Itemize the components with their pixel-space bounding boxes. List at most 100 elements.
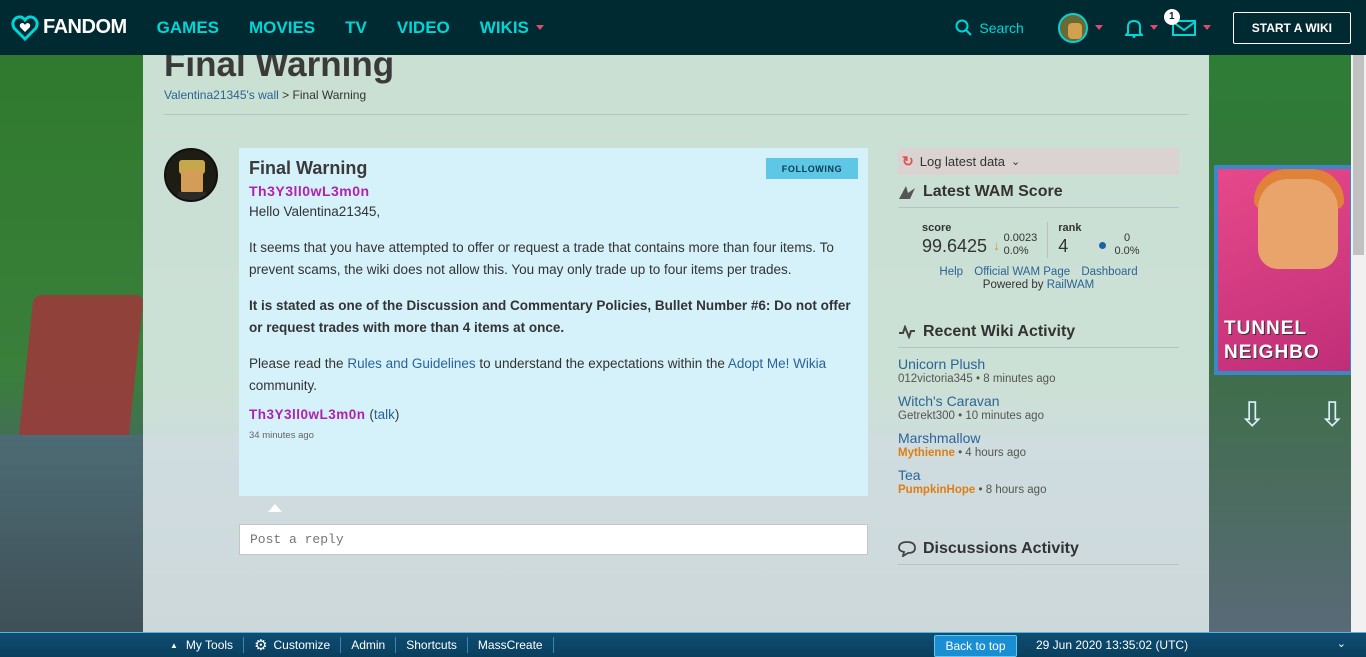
activity-page-link[interactable]: Tea	[898, 467, 1179, 483]
activity-page-link[interactable]: Marshmallow	[898, 430, 1179, 446]
log-data-label: Log latest data	[919, 154, 1006, 169]
activity-list: Unicorn Plush 012victoria345 • 8 minutes…	[898, 356, 1179, 496]
wam-score-block: score 99.6425	[922, 222, 987, 258]
activity-meta: Mythienne • 4 hours ago	[898, 447, 1179, 459]
refresh-icon: ↻	[902, 153, 914, 169]
following-button[interactable]: FOLLOWING	[766, 158, 858, 179]
notifications-button[interactable]	[1124, 18, 1158, 38]
start-wiki-button[interactable]: START A WIKI	[1232, 11, 1351, 44]
messages-button[interactable]: 1	[1163, 8, 1211, 37]
activity-user[interactable]: 012victoria345	[898, 373, 973, 385]
author-avatar[interactable]	[164, 148, 218, 202]
nav-games[interactable]: GAMES	[157, 18, 219, 38]
main-nav-links: GAMES MOVIES TV VIDEO WIKIS	[157, 18, 574, 38]
customize-button[interactable]: ⚙ Customize	[244, 637, 342, 654]
my-tools-menu[interactable]: ▲ My Tools	[160, 637, 245, 653]
breadcrumb: Valentina21345's wall > Final Warning	[164, 88, 366, 102]
right-rail: ↻ Log latest data ⌄ Latest WAM Score sco…	[898, 148, 1179, 565]
admin-link[interactable]: Admin	[341, 637, 397, 653]
official-wam-link[interactable]: Official WAM Page	[974, 266, 1070, 278]
avatar-shirt	[178, 192, 206, 200]
my-tools-label: My Tools	[185, 638, 234, 652]
reply-pointer	[268, 504, 282, 512]
nav-tv[interactable]: TV	[345, 18, 367, 38]
activity-page-link[interactable]: Witch's Caravan	[898, 393, 1179, 409]
shortcuts-link[interactable]: Shortcuts	[396, 637, 468, 653]
rules-link[interactable]: Rules and Guidelines	[347, 356, 475, 371]
discussions-heading: Discussions Activity	[898, 540, 1179, 565]
arrow-down-icon: ⇩	[1238, 396, 1267, 434]
text-fragment: Please read the	[249, 356, 348, 371]
search-button[interactable]: Search	[955, 19, 1024, 36]
log-data-toggle[interactable]: ↻ Log latest data ⌄	[898, 148, 1179, 175]
talk-link[interactable]: talk	[374, 407, 395, 422]
activity-time: • 8 minutes ago	[972, 373, 1056, 385]
message-timestamp: 34 minutes ago	[249, 430, 314, 441]
message-body: Hello Valentina21345, It seems that you …	[249, 201, 858, 397]
fandom-heart-icon	[11, 14, 39, 41]
reply-input[interactable]	[239, 524, 868, 555]
no-change-dot-icon	[1099, 241, 1107, 249]
page-scrollbar[interactable]	[1351, 55, 1366, 632]
wam-icon	[899, 186, 915, 199]
activity-heading: Recent Wiki Activity	[898, 323, 1179, 348]
activity-heading-text: Recent Wiki Activity	[923, 323, 1076, 340]
title-divider	[164, 114, 1188, 115]
score-value: 99.6425	[922, 236, 988, 256]
wikia-link[interactable]: Adopt Me! Wikia	[728, 356, 826, 371]
nav-video[interactable]: VIDEO	[397, 18, 450, 38]
page-content: Final Warning Valentina21345's wall > Fi…	[143, 45, 1209, 635]
score-pct: 0.0%	[1003, 245, 1029, 257]
nav-movies[interactable]: MOVIES	[249, 18, 315, 38]
score-label: score	[922, 222, 952, 234]
caret-up-icon: ▲	[170, 640, 178, 650]
rank-label: rank	[1058, 222, 1082, 234]
background-poster: TUNNEL NEIGHBO	[1214, 165, 1354, 375]
customize-label: Customize	[273, 638, 331, 652]
list-item: Tea PumpkinHope • 8 hours ago	[898, 467, 1179, 496]
dashboard-link[interactable]: Dashboard	[1081, 266, 1137, 278]
nav-wikis[interactable]: WIKIS	[480, 18, 544, 38]
chevron-down-icon	[1094, 25, 1103, 30]
activity-user[interactable]: PumpkinHope	[898, 484, 975, 496]
bottom-toolbar: ▲ My Tools ⚙ Customize Admin Shortcuts Mas…	[0, 632, 1366, 657]
wam-links: Help Official WAM Page Dashboard	[898, 266, 1179, 278]
list-item: Marshmallow Mythienne • 4 hours ago	[898, 430, 1179, 459]
score-delta: 0.0023	[1003, 232, 1038, 244]
powered-prefix: Powered by	[982, 279, 1047, 291]
rank-pct: 0.0%	[1114, 245, 1140, 257]
chevron-down-icon	[1149, 25, 1158, 30]
message-greeting: Hello Valentina21345,	[249, 204, 381, 219]
breadcrumb-wall-link[interactable]: Valentina21345's wall	[164, 88, 279, 102]
arrow-down-icon: ⇩	[1318, 396, 1347, 434]
back-to-top-button[interactable]: Back to top	[934, 635, 1017, 657]
scrollbar-thumb[interactable]	[1353, 55, 1364, 255]
user-menu[interactable]	[1057, 12, 1103, 43]
list-item: Witch's Caravan Getrekt300 • 10 minutes …	[898, 393, 1179, 422]
activity-page-link[interactable]: Unicorn Plush	[898, 356, 1179, 372]
speech-bubble-icon	[898, 541, 916, 557]
wam-score: score 99.6425 ↓ 0.0023 0.0% rank 4 0 0.0…	[898, 222, 1179, 258]
nav-wikis-label: WIKIS	[479, 17, 529, 37]
logo-text: FANDOM	[43, 16, 127, 38]
arrow-down-icon: ↓	[993, 237, 1000, 253]
railwam-link[interactable]: RailWAM	[1047, 279, 1095, 291]
message-paragraph: It seems that you have attempted to offe…	[249, 240, 834, 277]
collapse-toolbar-icon[interactable]: ⌄	[1337, 637, 1346, 650]
search-icon	[955, 19, 973, 36]
fandom-logo[interactable]: FANDOM	[11, 14, 127, 42]
message-author-link[interactable]: Th3Y3ll0wL3m0n	[249, 183, 858, 199]
activity-time: • 10 minutes ago	[954, 410, 1044, 422]
activity-user[interactable]: Getrekt300	[898, 410, 955, 422]
masscreate-link[interactable]: MassCreate	[468, 637, 554, 653]
activity-user[interactable]: Mythienne	[898, 447, 955, 459]
rank-delta: 0	[1123, 232, 1131, 244]
wam-heading: Latest WAM Score	[898, 183, 1179, 208]
help-link[interactable]: Help	[939, 266, 963, 278]
signature-user-link[interactable]: Th3Y3ll0wL3m0n	[249, 407, 366, 422]
powered-by: Powered by RailWAM	[898, 279, 1179, 291]
notification-count-badge: 1	[1163, 8, 1180, 25]
activity-meta: Getrekt300 • 10 minutes ago	[898, 410, 1179, 422]
text-fragment: to understand the expectations within th…	[475, 356, 728, 371]
chevron-down-icon: ⌄	[1011, 156, 1021, 168]
